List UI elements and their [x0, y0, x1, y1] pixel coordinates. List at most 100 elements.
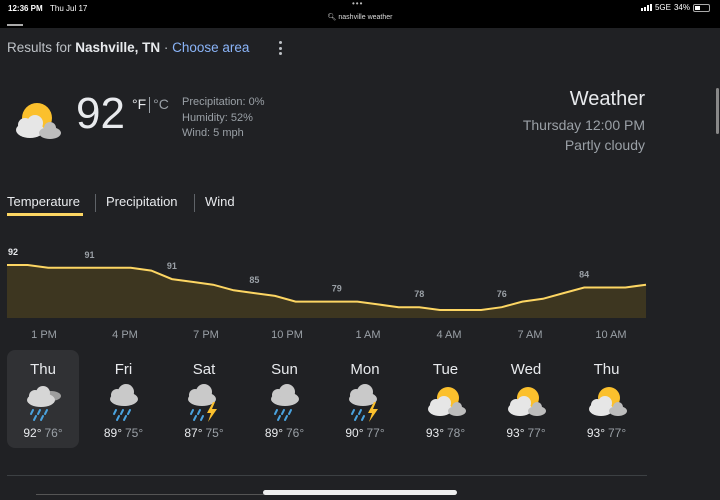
- more-options-icon[interactable]: [276, 40, 284, 56]
- tab-precipitation[interactable]: Precipitation: [106, 186, 178, 220]
- day-low: 76°: [286, 426, 305, 440]
- address-text: nashville weather: [338, 14, 393, 21]
- scrollbar-thumb[interactable]: [716, 88, 719, 134]
- day-name: Wed: [510, 361, 542, 378]
- day-low: 78°: [447, 426, 466, 440]
- partly-cloudy-icon: [585, 382, 629, 427]
- location-name: Nashville, TN: [75, 40, 161, 55]
- hour-label: 7 AM: [517, 329, 543, 341]
- status-indicators: 5GE 34%: [640, 3, 710, 12]
- day-temps: 90° 77°: [329, 426, 401, 440]
- address-bar[interactable]: 🔍︎ nashville weather: [0, 13, 720, 21]
- day-low: 77°: [366, 426, 385, 440]
- search-icon: 🔍︎: [327, 14, 337, 21]
- thunderstorm-icon: [343, 382, 387, 427]
- celsius-toggle[interactable]: °C: [153, 96, 169, 112]
- day-high: 93°: [425, 426, 444, 440]
- day-name: Tue: [432, 361, 459, 378]
- chart-data-label: 84: [579, 270, 589, 280]
- day-high: 93°: [586, 426, 605, 440]
- day-high: 89°: [103, 426, 122, 440]
- current-temperature: 92: [76, 89, 125, 138]
- status-bar: 12:36 PM Thu Jul 17 ••• 🔍︎ nashville weat…: [0, 0, 720, 28]
- day-card-mon[interactable]: Mon 90° 77°: [329, 350, 401, 448]
- day-temps: 93° 77°: [571, 426, 643, 440]
- unit-toggle: °F °C: [132, 96, 169, 114]
- results-for-label: Results for: [7, 40, 72, 55]
- day-card-fri[interactable]: Fri 89° 75°: [88, 350, 160, 448]
- humidity-text: Humidity: 52%: [182, 111, 253, 124]
- multitask-dots[interactable]: •••: [352, 0, 363, 8]
- chart-data-label: 78: [414, 289, 424, 299]
- day-temps: 89° 75°: [88, 426, 160, 440]
- day-low: 77°: [608, 426, 627, 440]
- day-name: Mon: [350, 361, 380, 378]
- day-name: Thu: [30, 361, 56, 378]
- day-card-tue[interactable]: Tue 93° 78°: [410, 350, 482, 448]
- battery-icon: [693, 3, 710, 12]
- hour-label: 1 AM: [355, 329, 381, 341]
- day-high: 92°: [23, 426, 42, 440]
- hour-label: 1 PM: [31, 329, 57, 341]
- rain-cloud-icon: [21, 382, 65, 427]
- day-low: 77°: [527, 426, 546, 440]
- fahrenheit-toggle[interactable]: °F: [132, 96, 146, 112]
- tab-indicator: [7, 24, 23, 26]
- chart-data-label: 76: [497, 289, 507, 299]
- chart-data-label: 79: [332, 284, 342, 294]
- chart-data-label: 92: [8, 247, 18, 257]
- rain-icon: [102, 382, 146, 427]
- hour-label: 4 PM: [112, 329, 138, 341]
- status-time: 12:36 PM: [8, 4, 43, 13]
- day-high: 87°: [184, 426, 203, 440]
- tab-divider: [95, 194, 96, 212]
- day-name: Sat: [192, 361, 216, 378]
- hour-label: 10 PM: [271, 329, 303, 341]
- day-card-sat[interactable]: Sat 87° 75°: [168, 350, 240, 448]
- day-low: 75°: [125, 426, 144, 440]
- day-name: Sun: [271, 361, 298, 378]
- day-high: 93°: [506, 426, 525, 440]
- chart-data-label: 91: [84, 250, 94, 260]
- battery-percent: 34%: [673, 3, 690, 12]
- day-name: Thu: [593, 361, 620, 378]
- day-temps: 89° 76°: [249, 426, 321, 440]
- weather-title: Weather: [569, 88, 645, 110]
- partly-cloudy-icon: [504, 382, 548, 427]
- home-indicator[interactable]: [263, 490, 457, 495]
- partly-cloudy-icon: [424, 382, 468, 427]
- partly-cloudy-icon: [8, 98, 66, 149]
- tab-wind[interactable]: Wind: [205, 186, 235, 220]
- status-date: Thu Jul 17: [50, 4, 88, 13]
- rain-icon: [263, 382, 307, 427]
- chart-data-label: 91: [167, 261, 177, 271]
- hour-label: 7 PM: [193, 329, 219, 341]
- separator-dot: ·: [163, 40, 169, 55]
- hour-label: 4 AM: [436, 329, 462, 341]
- day-low: 76°: [44, 426, 63, 440]
- precipitation-text: Precipitation: 0%: [182, 96, 265, 108]
- choose-area-link[interactable]: Choose area: [172, 40, 249, 55]
- day-card-sun[interactable]: Sun 89° 76°: [249, 350, 321, 448]
- day-low: 75°: [205, 426, 224, 440]
- weather-condition: Partly cloudy: [564, 137, 645, 153]
- weather-time: Thursday 12:00 PM: [522, 117, 645, 133]
- day-temps: 92° 76°: [7, 426, 79, 440]
- hour-label: 10 AM: [595, 329, 627, 341]
- day-temps: 87° 75°: [168, 426, 240, 440]
- day-high: 89°: [264, 426, 283, 440]
- wind-text: Wind: 5 mph: [182, 127, 244, 139]
- active-tab-indicator: [7, 213, 83, 216]
- divider: [7, 475, 647, 476]
- day-card-wed[interactable]: Wed 93° 77°: [490, 350, 562, 448]
- thunderstorm-icon: [182, 382, 226, 427]
- signal-icon: [640, 4, 652, 11]
- temperature-chart[interactable]: 92 91 91 85 79 78 76 84: [0, 232, 648, 322]
- day-card-thu[interactable]: Thu 93° 77°: [571, 350, 643, 448]
- chart-area: [7, 265, 646, 318]
- day-card-thu[interactable]: Thu 92° 76°: [7, 350, 79, 448]
- current-details: Precipitation: 0% Humidity: 52% Wind: 5 …: [182, 95, 265, 142]
- scrollbar[interactable]: [714, 28, 720, 500]
- network-type: 5GE: [654, 3, 671, 12]
- results-header: Results for Nashville, TN · Choose area: [7, 40, 249, 55]
